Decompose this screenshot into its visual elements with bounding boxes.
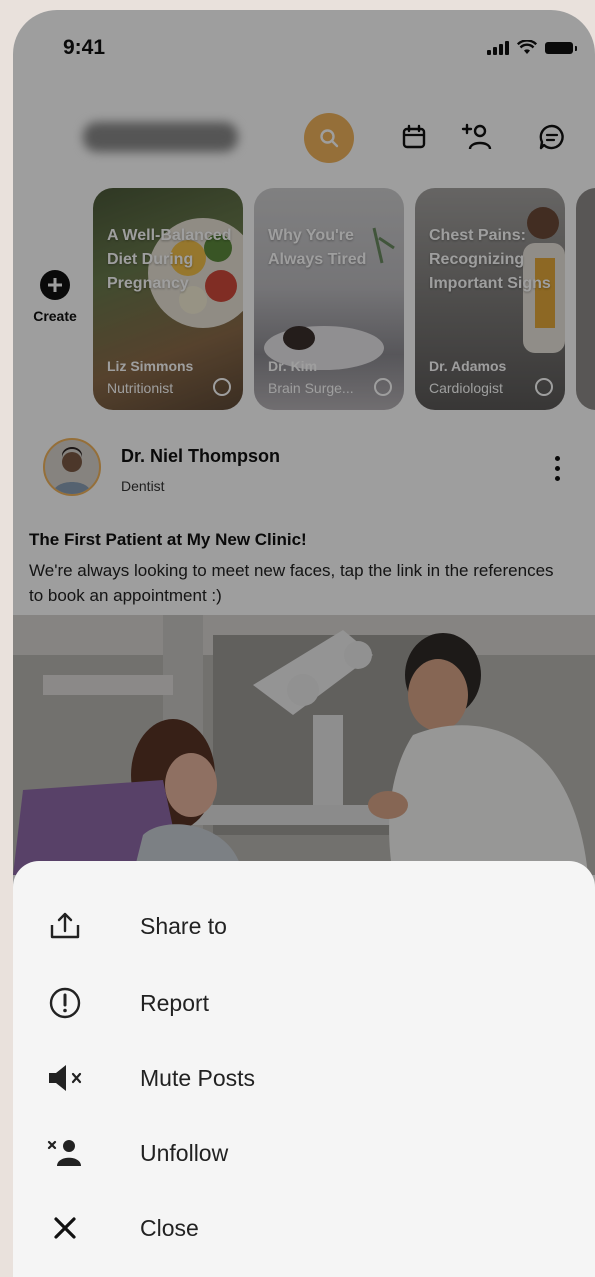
- report-label: Report: [140, 990, 210, 1016]
- close-option[interactable]: Close: [13, 1198, 595, 1258]
- action-sheet: Share to Report Mute Posts Unfollow Clos: [13, 861, 595, 1277]
- mute-icon: [45, 1061, 85, 1095]
- mute-posts-label: Mute Posts: [140, 1065, 256, 1091]
- share-to-label: Share to: [140, 913, 227, 939]
- report-option[interactable]: Report: [13, 973, 595, 1033]
- unfollow-option[interactable]: Unfollow: [13, 1123, 595, 1183]
- unfollow-icon: [45, 1136, 85, 1170]
- share-to-option[interactable]: Share to: [13, 896, 595, 956]
- unfollow-label: Unfollow: [140, 1140, 229, 1166]
- mute-posts-option[interactable]: Mute Posts: [13, 1048, 595, 1108]
- share-icon: [45, 909, 85, 943]
- phone-screen: 9:41 Create A Well-Balanced Diet During …: [13, 10, 595, 1277]
- close-label: Close: [140, 1215, 199, 1241]
- close-icon: [45, 1211, 85, 1245]
- report-icon: [45, 986, 85, 1020]
